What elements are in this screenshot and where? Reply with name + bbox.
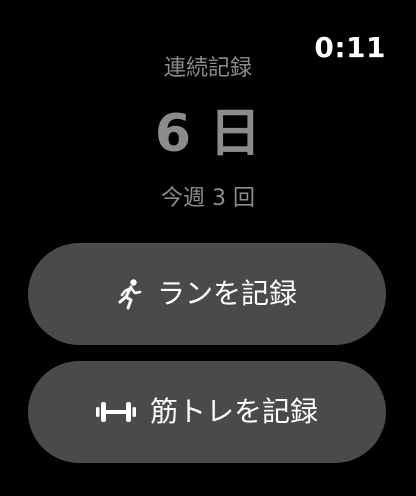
running-figure-icon <box>117 278 143 310</box>
log-run-button[interactable]: ランを記録 <box>28 243 386 345</box>
log-strength-label: 筋トレを記録 <box>149 395 318 428</box>
streak-label: 連続記録 <box>163 56 252 81</box>
streak-value: 6 日 <box>154 104 262 164</box>
week-count: 今週 3 回 <box>161 186 255 211</box>
log-run-label: ランを記録 <box>156 277 297 310</box>
dumbbell-icon <box>95 400 136 424</box>
log-strength-button[interactable]: 筋トレを記録 <box>28 361 386 463</box>
